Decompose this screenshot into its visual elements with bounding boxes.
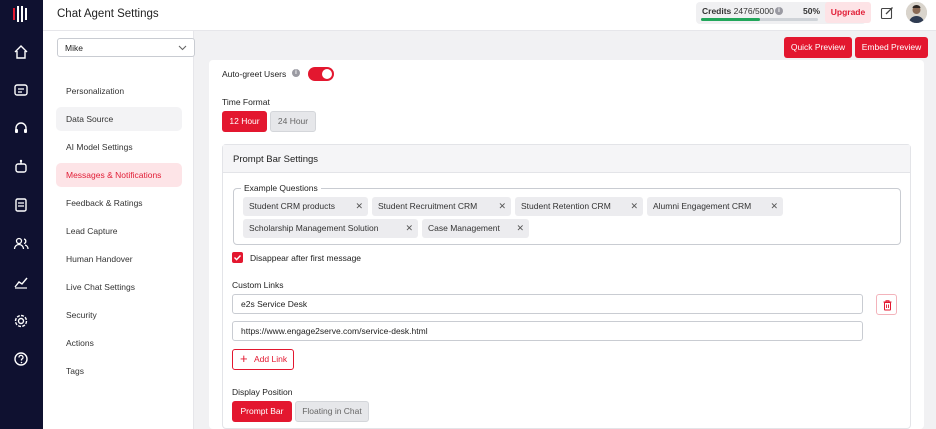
info-icon[interactable]: i bbox=[292, 69, 300, 77]
custom-links-label: Custom Links bbox=[232, 280, 284, 290]
app-logo bbox=[13, 6, 27, 22]
top-bar: Chat Agent Settings Credits 2476/5000 i … bbox=[43, 0, 936, 31]
credits-progress-bar bbox=[701, 18, 818, 21]
auto-greet-label: Auto-greet Users bbox=[222, 69, 287, 79]
delete-link-button[interactable] bbox=[876, 294, 897, 315]
time-format-label: Time Format bbox=[222, 97, 270, 107]
help-icon[interactable] bbox=[12, 350, 30, 368]
chevron-down-icon bbox=[178, 45, 187, 51]
trash-icon bbox=[883, 300, 892, 311]
prompt-bar-settings-header: Prompt Bar Settings bbox=[223, 145, 910, 173]
upgrade-button[interactable]: Upgrade bbox=[825, 2, 871, 23]
credits-value: 2476/5000 bbox=[733, 6, 774, 16]
remove-chip-icon[interactable]: ✕ bbox=[405, 219, 413, 238]
auto-greet-toggle[interactable] bbox=[308, 67, 334, 81]
time-format-24-hour-button[interactable]: 24 Hour bbox=[270, 111, 316, 132]
info-icon[interactable]: i bbox=[775, 7, 783, 15]
settings-icon[interactable] bbox=[12, 312, 30, 330]
link-name-input[interactable]: e2s Service Desk bbox=[232, 294, 863, 314]
sidebar-item-human-handover[interactable]: Human Handover bbox=[56, 247, 182, 271]
settings-sidebar: Mike Personalization Data Source AI Mode… bbox=[43, 31, 195, 429]
position-prompt-bar-button[interactable]: Prompt Bar bbox=[232, 401, 292, 422]
home-icon[interactable] bbox=[12, 43, 30, 61]
disappear-label: Disappear after first message bbox=[250, 253, 362, 263]
agent-select-value: Mike bbox=[65, 43, 83, 53]
chat-icon[interactable] bbox=[12, 81, 30, 99]
example-questions-label: Example Questions bbox=[241, 183, 321, 193]
sidebar-item-data-source[interactable]: Data Source bbox=[56, 107, 182, 131]
agent-select[interactable]: Mike bbox=[57, 38, 195, 57]
sidebar-item-personalization[interactable]: Personalization bbox=[56, 79, 182, 103]
remove-chip-icon[interactable]: ✕ bbox=[516, 219, 524, 238]
quick-preview-button[interactable]: Quick Preview bbox=[784, 37, 852, 58]
sidebar-item-security[interactable]: Security bbox=[56, 303, 182, 327]
question-chip: Student Recruitment CRM ✕ bbox=[372, 197, 511, 216]
analytics-icon[interactable] bbox=[12, 273, 30, 291]
users-icon[interactable] bbox=[12, 234, 30, 252]
question-chip: Scholarship Management Solution ✕ bbox=[243, 219, 418, 238]
remove-chip-icon[interactable]: ✕ bbox=[770, 197, 778, 216]
question-chip: Alumni Engagement CRM ✕ bbox=[647, 197, 783, 216]
avatar[interactable] bbox=[906, 2, 927, 23]
question-chip: Student Retention CRM ✕ bbox=[515, 197, 643, 216]
sidebar-item-actions[interactable]: Actions bbox=[56, 331, 182, 355]
app-rail bbox=[0, 0, 43, 429]
page-title: Chat Agent Settings bbox=[57, 8, 159, 20]
time-format-12-hour-button[interactable]: 12 Hour bbox=[222, 111, 267, 132]
remove-chip-icon[interactable]: ✕ bbox=[498, 197, 506, 216]
credits-percent: 50% bbox=[803, 6, 821, 16]
add-link-label: Add Link bbox=[254, 354, 288, 364]
bot-icon[interactable] bbox=[12, 157, 30, 175]
sidebar-item-tags[interactable]: Tags bbox=[56, 359, 182, 383]
add-link-button[interactable]: + Add Link bbox=[232, 349, 294, 370]
edit-icon[interactable] bbox=[880, 6, 894, 20]
prompt-bar-settings-title: Prompt Bar Settings bbox=[233, 154, 319, 165]
position-floating-button[interactable]: Floating in Chat bbox=[295, 401, 369, 422]
question-chip: Case Management ✕ bbox=[422, 219, 529, 238]
toggle-knob bbox=[322, 69, 332, 79]
remove-chip-icon[interactable]: ✕ bbox=[630, 197, 638, 216]
headset-icon[interactable] bbox=[12, 119, 30, 137]
remove-chip-icon[interactable]: ✕ bbox=[355, 197, 363, 216]
embed-preview-button[interactable]: Embed Preview bbox=[855, 37, 928, 58]
link-url-input[interactable]: https://www.engage2serve.com/service-des… bbox=[232, 321, 863, 341]
training-icon[interactable] bbox=[12, 196, 30, 214]
checkmark-icon bbox=[234, 255, 242, 261]
prompt-bar-settings-section: Prompt Bar Settings bbox=[222, 144, 911, 429]
sidebar-item-lead-capture[interactable]: Lead Capture bbox=[56, 219, 182, 243]
sidebar-item-messages-notifications[interactable]: Messages & Notifications bbox=[56, 163, 182, 187]
sidebar-item-live-chat-settings[interactable]: Live Chat Settings bbox=[56, 275, 182, 299]
display-position-label: Display Position bbox=[232, 387, 293, 397]
credits-label: Credits bbox=[702, 6, 732, 16]
question-chip: Student CRM products ✕ bbox=[243, 197, 368, 216]
disappear-checkbox[interactable] bbox=[232, 252, 243, 263]
credits-progress-fill bbox=[701, 18, 760, 21]
sidebar-item-feedback-ratings[interactable]: Feedback & Ratings bbox=[56, 191, 182, 215]
plus-icon: + bbox=[240, 351, 248, 366]
sidebar-item-ai-model-settings[interactable]: AI Model Settings bbox=[56, 135, 182, 159]
